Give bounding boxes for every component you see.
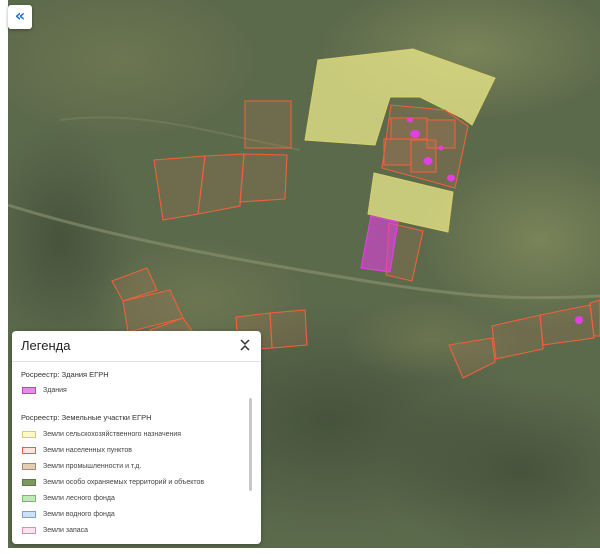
legend-item-industry: Земли промышленности и т.д. <box>22 461 141 471</box>
building <box>423 157 433 165</box>
legend-swatch <box>22 526 36 534</box>
legend-header: Легенда <box>12 331 261 362</box>
building <box>575 316 583 324</box>
legend-item-label: Здания <box>43 386 67 394</box>
parcel-settlement <box>383 138 412 166</box>
legend-item-buildings: Здания <box>22 385 67 395</box>
collapse-sidebar-button[interactable]: « <box>8 5 32 29</box>
legend-scrollbar[interactable] <box>249 398 252 491</box>
legend-panel: Легенда Росреестр: Здания ЕГРН Здания Ро… <box>12 331 261 544</box>
legend-swatch <box>22 478 36 486</box>
legend-swatch <box>22 462 36 470</box>
legend-item-label: Земли сельскохозяйственного назначения <box>43 430 182 438</box>
legend-swatch <box>22 386 36 394</box>
parcel-settlement <box>197 153 245 215</box>
legend-title: Легенда <box>21 338 71 353</box>
legend-item-label: Земли особо охраняемых территорий и объе… <box>43 478 205 486</box>
double-chevron-left-icon: « <box>14 6 26 25</box>
legend-item-settlements: Земли населенных пунктов <box>22 445 132 455</box>
legend-section-title: Росреестр: Здания ЕГРН <box>21 370 109 379</box>
legend-swatch <box>22 494 36 502</box>
legend-section-title: Росреестр: Земельные участки ЕГРН <box>21 413 152 422</box>
parcel-settlement <box>269 309 308 349</box>
parcel-settlement <box>244 100 292 149</box>
legend-item-label: Земли населенных пунктов <box>43 446 133 454</box>
legend-swatch <box>22 446 36 454</box>
building <box>407 117 413 123</box>
legend-body[interactable]: Росреестр: Здания ЕГРН Здания Росреестр:… <box>12 362 261 544</box>
legend-item-forest: Земли лесного фонда <box>22 493 115 503</box>
parcel-settlement <box>426 119 456 149</box>
legend-item-label: Земли лесного фонда <box>43 494 115 502</box>
terrain-patch <box>340 300 520 380</box>
building <box>438 145 444 151</box>
building <box>447 174 455 182</box>
parcel-settlement <box>239 153 288 203</box>
legend-item-label: Земли водного фонда <box>43 510 115 518</box>
building <box>410 130 420 138</box>
chevron-collapse-icon[interactable] <box>238 337 252 353</box>
legend-item-protected: Земли особо охраняемых территорий и объе… <box>22 477 204 487</box>
legend-item-agricultural: Земли сельскохозяйственного назначения <box>22 429 181 439</box>
legend-item-label: Земли промышленности и т.д. <box>43 462 142 470</box>
legend-swatch <box>22 510 36 518</box>
legend-swatch <box>22 430 36 438</box>
app-frame: « Легенда Росреестр: Здания ЕГРН Здания … <box>0 0 600 554</box>
legend-item-reserve: Земли запаса <box>22 525 88 535</box>
legend-item-label: Земли запаса <box>43 526 89 534</box>
parcel-settlement <box>153 155 206 221</box>
legend-item-water: Земли водного фонда <box>22 509 115 519</box>
